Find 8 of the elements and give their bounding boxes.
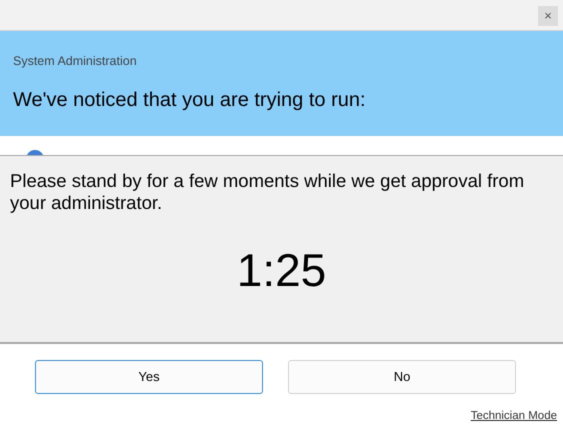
close-button[interactable]: × (538, 6, 558, 26)
dialog-button[interactable]: Yes (35, 360, 263, 394)
countdown-timer: 1:25 (236, 243, 328, 298)
header-subtitle: System Administration (13, 53, 138, 70)
header-title: We've noticed that you are trying to run: (13, 88, 367, 113)
wait-message: Please stand by for a few moments while we get approval from your administrator. (10, 170, 525, 214)
technician-mode-link[interactable]: Technician Mode (470, 408, 557, 424)
dialog-button[interactable]: No (288, 360, 516, 394)
